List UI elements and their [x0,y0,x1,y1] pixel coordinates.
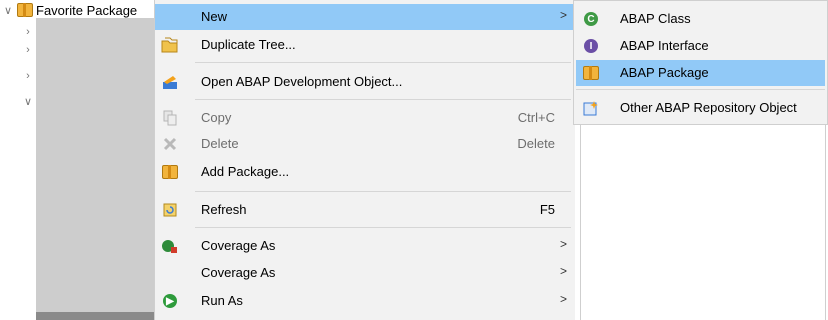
menu-item-new[interactable]: New > [155,4,575,30]
tree-row[interactable]: › [20,67,36,85]
tree-partial-row [36,312,160,320]
submenu-item-abap-interface[interactable]: I ABAP Interface [576,33,825,59]
abap-interface-icon: I [582,37,600,55]
menu-separator [195,62,571,63]
menu-item-label: Coverage As [201,238,276,253]
menu-item-refresh[interactable]: Refresh F5 [155,197,575,223]
menu-item-label: Open ABAP Development Object... [201,74,403,89]
submenu-arrow-icon: > [559,292,567,306]
open-object-icon [161,73,179,91]
tree-root-row[interactable]: ∨ Favorite Package [0,1,137,19]
menu-item-label: Copy [201,110,232,125]
menu-item-add-package[interactable]: Add Package... [155,159,575,185]
copy-icon [161,109,179,127]
chevron-right-icon[interactable]: › [20,70,36,82]
submenu-item-label: ABAP Interface [620,38,709,53]
menu-separator [195,191,571,192]
chevron-right-icon[interactable]: › [20,44,36,56]
menu-item-copy[interactable]: Copy Ctrl+C [155,105,575,131]
abap-class-icon: C [582,10,600,28]
menu-item-open-abap-object[interactable]: Open ABAP Development Object... [155,69,575,95]
tree-root-label: Favorite Package [36,2,138,18]
editor-area [580,125,826,320]
menu-item-run-as[interactable]: ▶ Run As > [155,288,575,314]
chevron-down-icon[interactable]: ∨ [0,4,16,17]
menu-item-coverage-as-2[interactable]: Coverage As > [155,260,575,286]
submenu-arrow-icon: > [559,264,567,278]
shortcut-label: Delete [517,136,555,151]
menu-item-label: New [201,9,228,24]
repository-object-icon [582,99,600,117]
duplicate-folder-icon [161,36,179,54]
refresh-icon [161,201,179,219]
tree-selection-shade [36,18,160,320]
submenu-arrow-icon: > [559,8,567,22]
shortcut-label: Ctrl+C [517,110,555,125]
chevron-right-icon[interactable]: › [20,26,36,38]
submenu-item-other-repository-object[interactable]: Other ABAP Repository Object [576,95,825,121]
submenu-item-label: ABAP Package [620,65,709,80]
menu-item-label: Delete [201,136,239,151]
package-icon [161,163,179,181]
menu-item-label: Duplicate Tree... [201,37,296,52]
menu-separator [195,227,571,228]
menu-item-delete[interactable]: Delete Delete [155,131,575,157]
menu-separator [576,89,825,90]
submenu-item-abap-package[interactable]: ABAP Package [576,60,825,86]
project-tree: ∨ Favorite Package › › › ∨ [0,0,160,320]
tree-row[interactable]: ∨ [20,92,36,110]
chevron-down-icon[interactable]: ∨ [20,95,36,108]
context-menu: New > Duplicate Tree... Open ABAP Develo… [154,0,575,320]
new-submenu: C ABAP Class I ABAP Interface ABAP Packa… [573,0,828,125]
menu-item-coverage-as[interactable]: Coverage As > [155,233,575,259]
menu-item-label: Refresh [201,202,247,217]
menu-item-label: Run As [201,293,243,308]
submenu-item-label: ABAP Class [620,11,691,26]
menu-item-duplicate-tree[interactable]: Duplicate Tree... [155,32,575,58]
submenu-item-abap-class[interactable]: C ABAP Class [576,6,825,32]
delete-icon [161,135,179,153]
shortcut-label: F5 [539,202,555,217]
abap-package-icon [582,64,600,82]
run-icon: ▶ [161,292,179,310]
package-icon [16,3,34,17]
submenu-item-label: Other ABAP Repository Object [620,100,797,115]
submenu-arrow-icon: > [559,237,567,251]
menu-item-label: Coverage As [201,265,276,280]
tree-row[interactable]: › [20,23,36,41]
tree-row[interactable]: › [20,41,36,59]
menu-item-label: Add Package... [201,164,290,179]
menu-separator [195,99,571,100]
coverage-icon [161,237,179,255]
